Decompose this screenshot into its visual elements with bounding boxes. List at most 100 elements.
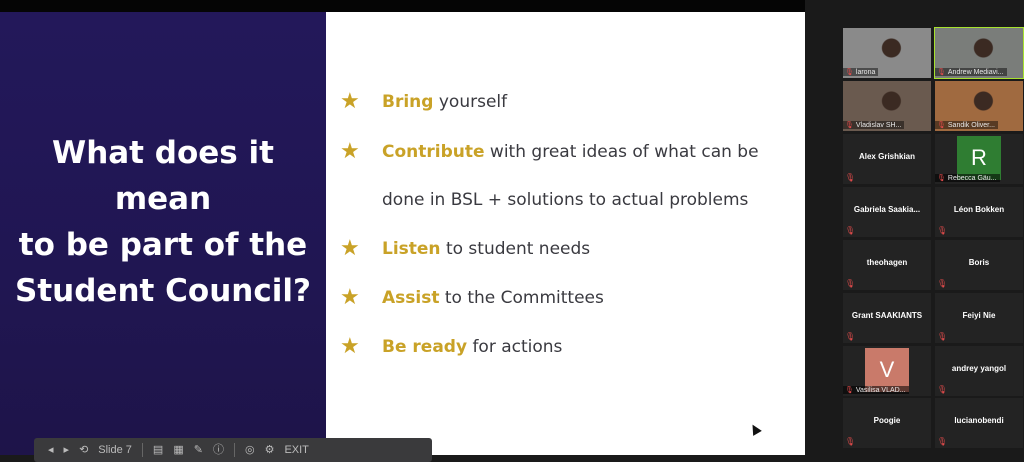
participant-name: Alex Grishkian <box>858 152 916 161</box>
next-slide-icon[interactable]: ▸ <box>64 442 70 458</box>
slide-title-line: What does it <box>52 134 274 171</box>
muted-mic-icon: 🎙 <box>845 173 856 182</box>
pointer-icon[interactable]: ◎ <box>245 442 255 458</box>
participant-name: Gabriela Saakia... <box>853 205 921 214</box>
participant-tile[interactable]: Alex Grishkian 🎙 <box>843 134 931 184</box>
muted-mic-icon: 🎙 <box>937 226 948 235</box>
pen-icon[interactable]: ✎ <box>194 442 203 458</box>
participant-name: Feiyi Nie <box>962 311 996 320</box>
bullet-item: ★ Assist to the Committees <box>340 284 800 312</box>
bullet-text: Bring yourself <box>382 88 800 116</box>
bullet-keyword: Assist <box>382 288 440 308</box>
participant-name: Andrew Mediavi... <box>947 69 1004 76</box>
bullet-keyword: Listen <box>382 239 441 259</box>
info-icon[interactable]: ⓘ <box>213 442 224 458</box>
participant-tile[interactable]: Boris 🎙 <box>935 240 1023 290</box>
participant-tile[interactable]: Grant SAAKIANTS 🎙 <box>843 293 931 343</box>
slide-title-line: mean <box>114 180 212 217</box>
star-icon: ★ <box>340 89 360 114</box>
top-bar <box>0 0 805 12</box>
settings-icon[interactable]: ⚙ <box>265 442 275 458</box>
bullet-rest: for actions <box>467 337 563 357</box>
participant-caption: 🎙 Vasilisa VLAD... <box>843 386 909 394</box>
participant-name: larona <box>855 69 876 76</box>
bullet-rest: to student needs <box>440 239 591 259</box>
participant-caption: 🎙 Andrew Mediavi... <box>935 68 1007 76</box>
bullet-continuation: done in BSL + solutions to actual proble… <box>382 190 749 210</box>
bullet-rest: to the Committees <box>439 288 604 308</box>
muted-mic-icon: 🎙 <box>845 332 856 341</box>
participant-tile[interactable]: Poogie 🎙 <box>843 398 931 448</box>
star-icon: ★ <box>340 285 360 310</box>
participant-name: andrey yangol <box>951 364 1007 373</box>
participant-name: theohagen <box>866 258 908 267</box>
bullet-text: Be ready for actions <box>382 333 800 361</box>
star-icon: ★ <box>340 139 360 164</box>
participant-name: Boris <box>968 258 990 267</box>
exit-button[interactable]: EXIT <box>284 442 308 458</box>
participant-tile[interactable]: 🎙 Vladislav SH... <box>843 81 931 131</box>
muted-mic-icon: 🎙 <box>845 387 854 394</box>
participant-tile[interactable]: R 🎙 Rebecca Gäu... <box>935 134 1023 184</box>
participant-tile[interactable]: theohagen 🎙 <box>843 240 931 290</box>
participant-name: lucianobendi <box>954 416 1004 425</box>
participant-tile[interactable]: lucianobendi 🎙 <box>935 398 1023 448</box>
bullet-keyword: Bring <box>382 92 434 112</box>
participant-name: Léon Bokken <box>953 205 1005 214</box>
muted-mic-icon: 🎙 <box>937 122 946 129</box>
muted-mic-icon: 🎙 <box>937 69 946 76</box>
muted-mic-icon: 🎙 <box>937 332 948 341</box>
muted-mic-icon: 🎙 <box>937 437 948 446</box>
star-icon: ★ <box>340 334 360 359</box>
muted-mic-icon: 🎙 <box>937 279 948 288</box>
participant-caption: 🎙 larona <box>843 68 879 76</box>
bullet-item: ★ Contribute with great ideas of what ca… <box>340 138 800 214</box>
bullet-keyword: Contribute <box>382 142 485 162</box>
participant-caption: 🎙 Sandik Oliver... <box>935 121 998 129</box>
participant-caption: 🎙 Rebecca Gäu... <box>935 174 1000 182</box>
participant-name: Grant SAAKIANTS <box>851 311 923 320</box>
bullet-text: Assist to the Committees <box>382 284 800 312</box>
bullet-list: ★ Bring yourself ★ Contribute with great… <box>340 88 800 361</box>
participant-name: Vasilisa VLAD... <box>855 387 906 394</box>
participant-tile[interactable]: V 🎙 Vasilisa VLAD... <box>843 346 931 396</box>
participant-tile[interactable]: andrey yangol 🎙 <box>935 346 1023 396</box>
participant-tile[interactable]: 🎙 Andrew Mediavi... <box>934 27 1024 79</box>
participant-tile[interactable]: Léon Bokken 🎙 <box>935 187 1023 237</box>
participant-tile[interactable]: 🎙 larona <box>843 28 931 78</box>
participant-tile[interactable]: Feiyi Nie 🎙 <box>935 293 1023 343</box>
grid-icon[interactable]: ▦ <box>173 442 183 458</box>
participant-name: Sandik Oliver... <box>947 122 995 129</box>
participant-caption: 🎙 Vladislav SH... <box>843 121 905 129</box>
slide-title-line: Student Council? <box>15 272 311 309</box>
star-icon: ★ <box>340 236 360 261</box>
presentation-toolbar[interactable]: ◂ ▸ ⟲ Slide 7 ▤ ▦ ✎ ⓘ ◎ ⚙ EXIT <box>34 438 432 462</box>
bullet-text: Listen to student needs <box>382 235 800 263</box>
muted-mic-icon: 🎙 <box>845 69 854 76</box>
bullet-item: ★ Bring yourself <box>340 88 800 116</box>
bullet-rest: yourself <box>433 92 508 112</box>
bullet-text: Contribute with great ideas of what can … <box>382 138 800 166</box>
mouse-cursor-icon <box>748 422 762 436</box>
participant-gallery: 🎙 larona 🎙 Andrew Mediavi... 🎙 Vladislav SH..… <box>805 0 1024 455</box>
participant-name: Poogie <box>873 416 901 425</box>
slide-title-panel: What does it mean to be part of the Stud… <box>0 12 326 455</box>
bullet-item: ★ Be ready for actions <box>340 333 800 361</box>
slide-title: What does it mean to be part of the Stud… <box>0 130 326 314</box>
participant-tile[interactable]: Gabriela Saakia... 🎙 <box>843 187 931 237</box>
slide-title-line: to be part of the <box>18 226 308 263</box>
bullet-rest: with great ideas of what can be <box>484 142 759 162</box>
muted-mic-icon: 🎙 <box>845 122 854 129</box>
muted-mic-icon: 🎙 <box>845 226 856 235</box>
bullet-keyword: Be ready <box>382 337 468 357</box>
notes-icon[interactable]: ▤ <box>153 442 163 458</box>
reset-icon[interactable]: ⟲ <box>79 442 88 458</box>
muted-mic-icon: 🎙 <box>845 437 856 446</box>
participant-tile[interactable]: 🎙 Sandik Oliver... <box>935 81 1023 131</box>
previous-slide-icon[interactable]: ◂ <box>48 442 54 458</box>
slide-number: Slide 7 <box>98 444 132 456</box>
participant-name: Vladislav SH... <box>855 122 902 129</box>
presentation-slide: What does it mean to be part of the Stud… <box>0 12 805 455</box>
muted-mic-icon: 🎙 <box>937 175 946 182</box>
participant-name: Rebecca Gäu... <box>947 175 997 182</box>
